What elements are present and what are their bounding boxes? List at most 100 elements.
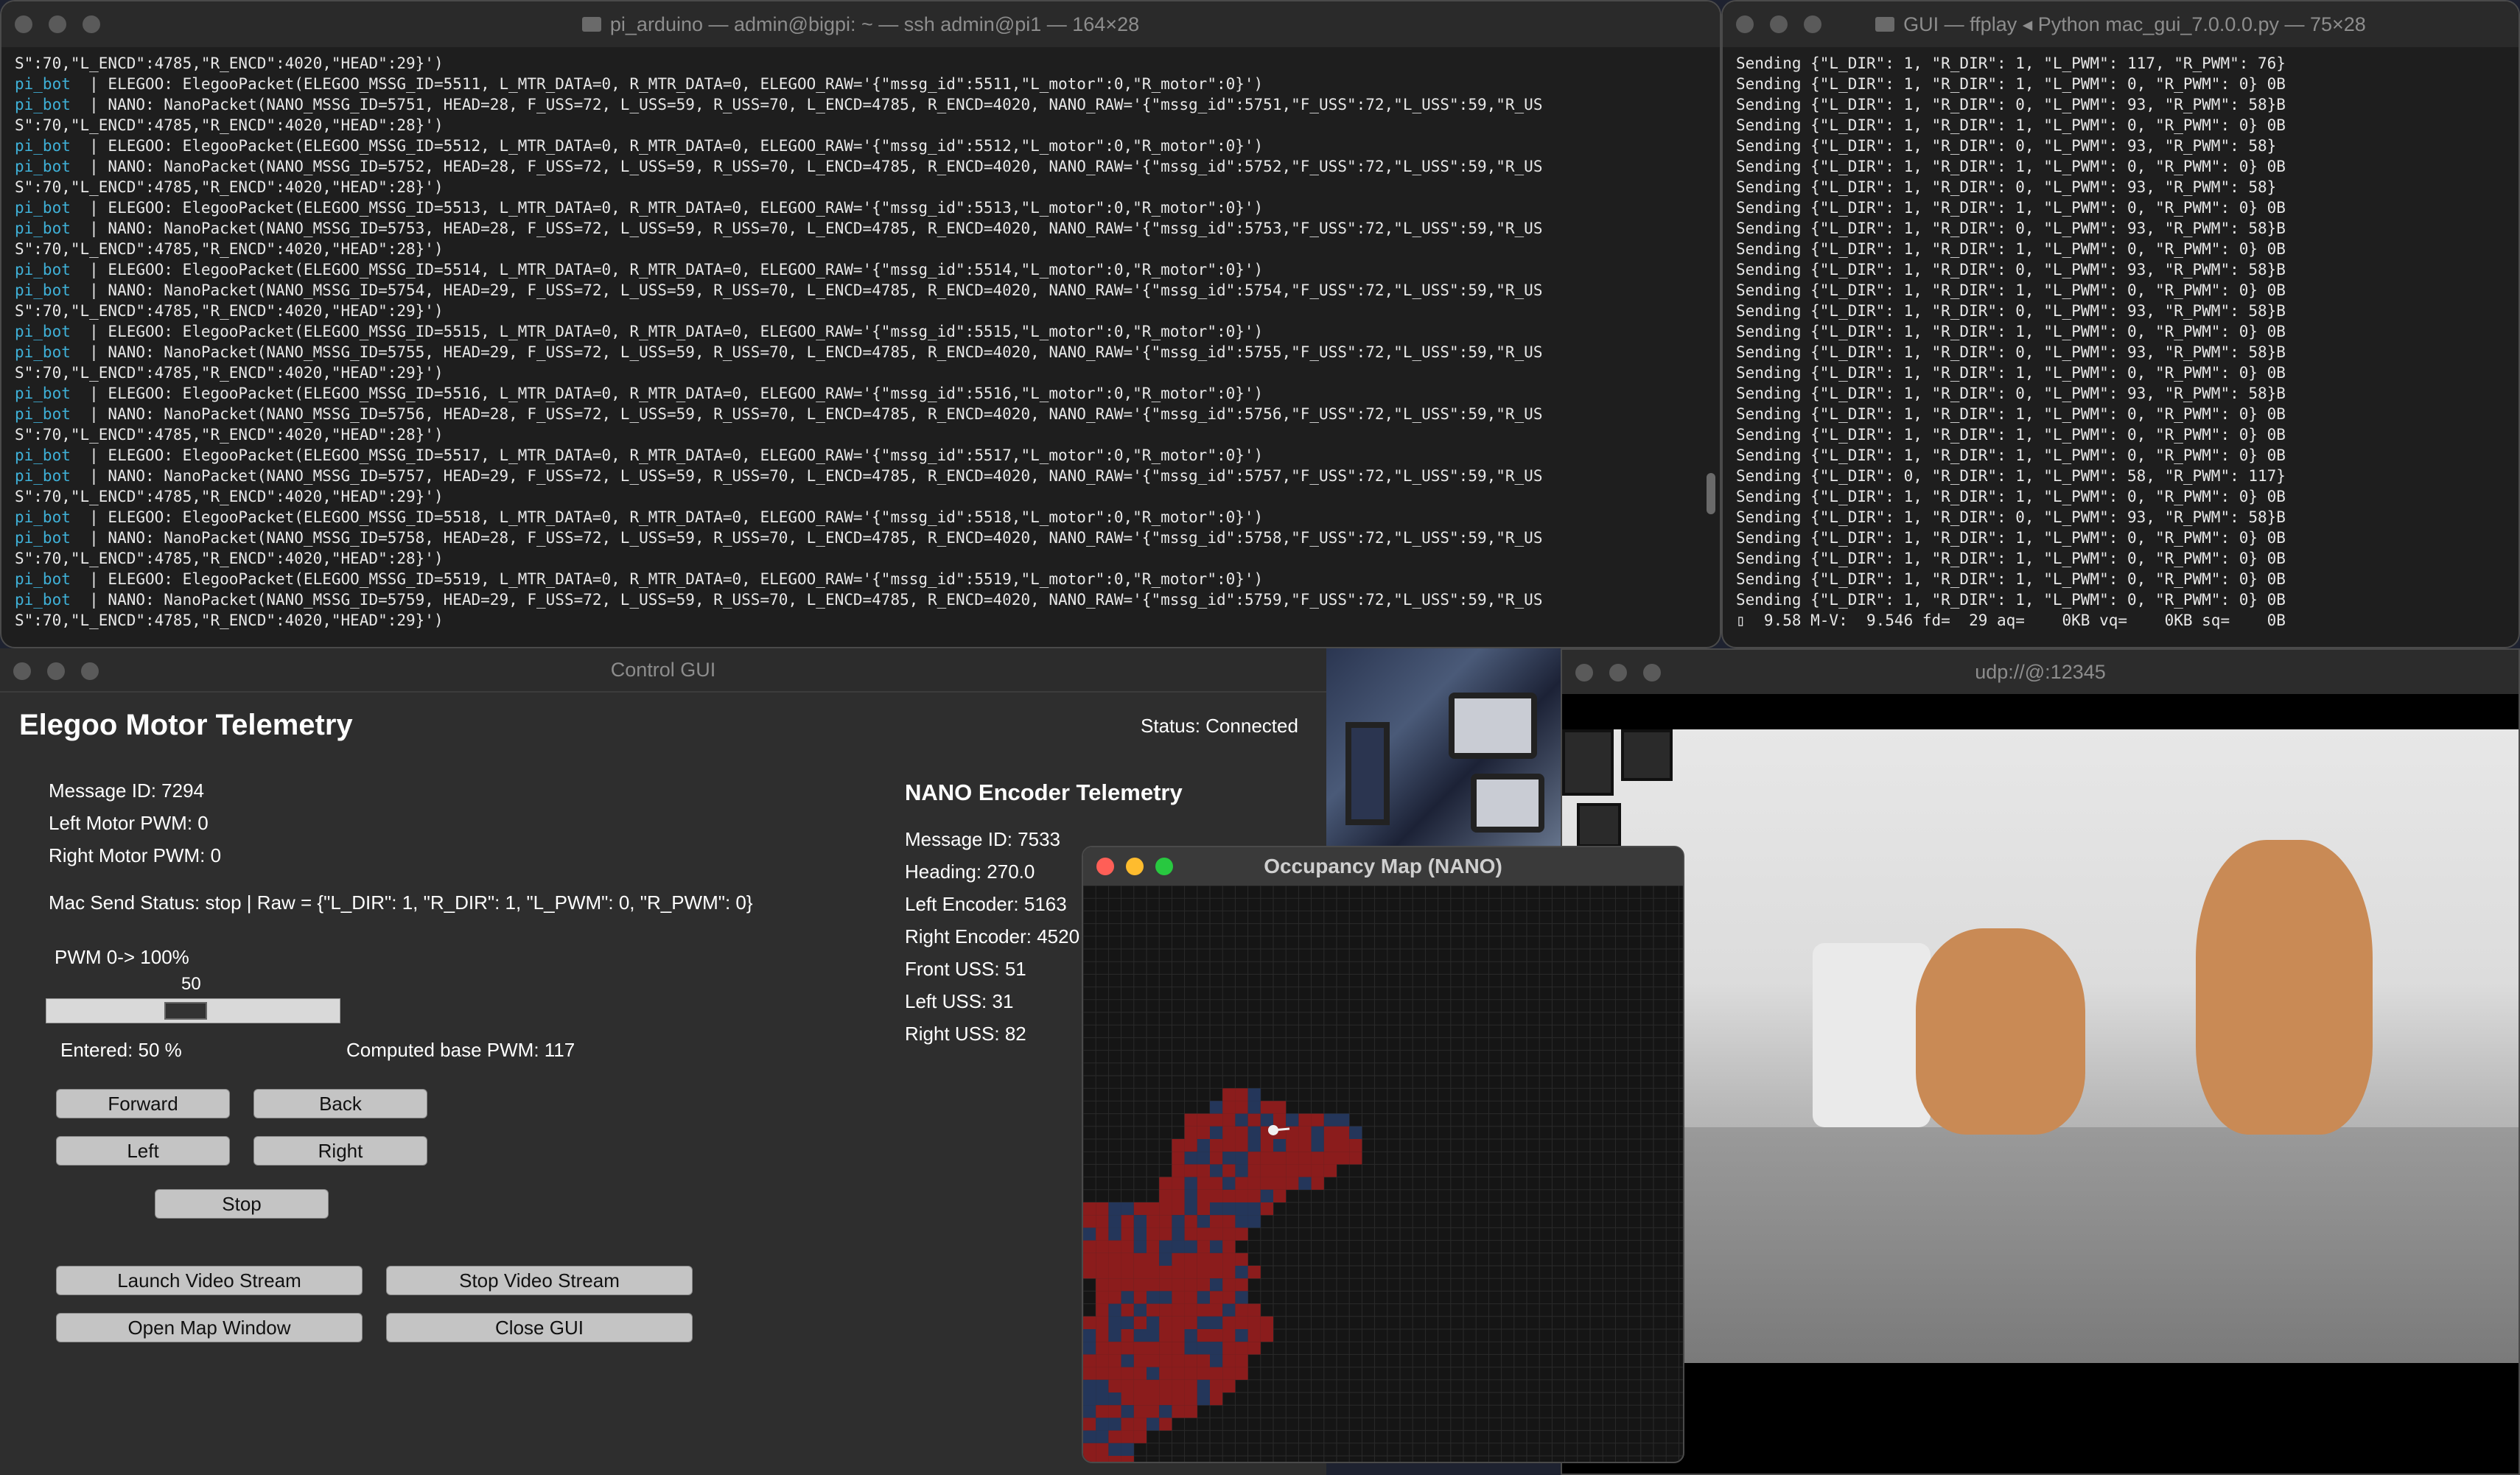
map-cell: [1247, 1126, 1261, 1139]
map-cell: [1286, 1152, 1299, 1165]
map-cell: [1298, 1126, 1312, 1139]
map-cell: [1222, 1329, 1236, 1342]
map-cell: [1096, 1379, 1109, 1392]
video-titlebar[interactable]: udp://@:12345: [1562, 650, 2519, 694]
map-cell: [1147, 1202, 1160, 1216]
zoom-button[interactable]: [1643, 664, 1661, 682]
terminal-window-gui[interactable]: GUI — ffplay ◂ Python mac_gui_7.0.0.0.py…: [1721, 0, 2520, 648]
terminal-output[interactable]: Sending {"L_DIR": 1, "R_DIR": 1, "L_PWM"…: [1736, 53, 2501, 647]
close-button[interactable]: [13, 662, 31, 680]
map-cell: [1235, 1177, 1248, 1190]
map-cell: [1083, 1266, 1096, 1279]
map-cell: [1121, 1430, 1134, 1443]
open-map-window-button[interactable]: Open Map Window: [56, 1313, 363, 1342]
terminal-window-ssh[interactable]: pi_arduino — admin@bigpi: ~ — ssh admin@…: [0, 0, 1721, 648]
video-window[interactable]: udp://@:12345: [1561, 648, 2520, 1475]
map-cell: [1197, 1152, 1210, 1165]
map-cell: [1222, 1164, 1236, 1177]
launch-video-stream-button[interactable]: Launch Video Stream: [56, 1266, 363, 1295]
forward-button[interactable]: Forward: [56, 1089, 230, 1118]
map-cell: [1197, 1139, 1210, 1152]
log-text: | NANO: NanoPacket(NANO_MSSG_ID=5753, HE…: [70, 220, 1543, 237]
map-cell: [1210, 1164, 1223, 1177]
terminal-line: pi_bot | ELEGOO: ElegooPacket(ELEGOO_MSS…: [15, 259, 1702, 280]
minimize-button[interactable]: [47, 662, 65, 680]
map-cell: [1210, 1177, 1223, 1190]
container-prefix: pi_bot: [15, 323, 71, 340]
map-cell: [1197, 1291, 1210, 1304]
elegoo-message-id: Message ID: 7294: [49, 779, 205, 802]
map-titlebar[interactable]: Occupancy Map (NANO): [1083, 847, 1683, 886]
terminal-line: Sending {"L_DIR": 1, "R_DIR": 1, "L_PWM"…: [1736, 591, 2286, 609]
close-gui-button[interactable]: Close GUI: [386, 1313, 693, 1342]
map-cell: [1159, 1392, 1172, 1406]
log-text: S":70,"L_ENCD":4785,"R_ENCD":4020,"HEAD"…: [15, 612, 444, 629]
terminal-line: Sending {"L_DIR": 1, "R_DIR": 1, "L_PWM"…: [1736, 158, 2286, 175]
floor: [1562, 1127, 2519, 1363]
terminal-line: Sending {"L_DIR": 1, "R_DIR": 1, "L_PWM"…: [1736, 75, 2286, 93]
scrollbar[interactable]: [1707, 473, 1715, 514]
stop-video-stream-button[interactable]: Stop Video Stream: [386, 1266, 693, 1295]
map-cell: [1083, 1252, 1096, 1266]
terminal-line: Sending {"L_DIR": 1, "R_DIR": 0, "L_PWM"…: [1736, 508, 2286, 526]
map-cell: [1172, 1177, 1185, 1190]
map-cell: [1133, 1354, 1147, 1367]
map-cell: [1172, 1227, 1185, 1241]
occupancy-map-window[interactable]: Occupancy Map (NANO): [1082, 846, 1684, 1463]
map-cell: [1247, 1342, 1261, 1355]
map-cell: [1337, 1152, 1350, 1165]
map-cell: [1159, 1367, 1172, 1380]
map-cell: [1096, 1456, 1109, 1462]
map-cell: [1172, 1342, 1185, 1355]
zoom-button[interactable]: [1804, 15, 1821, 33]
close-button[interactable]: [1096, 858, 1114, 875]
back-button[interactable]: Back: [253, 1089, 427, 1118]
map-cell: [1159, 1405, 1172, 1418]
gui-titlebar[interactable]: Control GUI: [0, 648, 1326, 693]
minimize-button[interactable]: [1770, 15, 1788, 33]
map-cell: [1222, 1379, 1236, 1392]
close-button[interactable]: [1575, 664, 1593, 682]
terminal-line: Sending {"L_DIR": 1, "R_DIR": 1, "L_PWM"…: [1736, 570, 2286, 588]
map-cell: [1349, 1152, 1362, 1165]
map-cell: [1108, 1392, 1121, 1406]
map-cell: [1108, 1303, 1121, 1317]
map-cell: [1311, 1126, 1324, 1139]
terminal-titlebar[interactable]: pi_arduino — admin@bigpi: ~ — ssh admin@…: [1, 1, 1720, 47]
terminal-titlebar[interactable]: GUI — ffplay ◂ Python mac_gui_7.0.0.0.py…: [1723, 1, 2519, 47]
map-cell: [1260, 1329, 1273, 1342]
zoom-button[interactable]: [1155, 858, 1173, 875]
terminal-output[interactable]: S":70,"L_ENCD":4785,"R_ENCD":4020,"HEAD"…: [15, 53, 1702, 647]
zoom-button[interactable]: [83, 15, 100, 33]
minimize-button[interactable]: [49, 15, 66, 33]
pwm-slider[interactable]: [46, 998, 340, 1023]
close-button[interactable]: [1736, 15, 1754, 33]
map-cell: [1133, 1227, 1147, 1241]
map-cell: [1311, 1113, 1324, 1127]
map-cell: [1247, 1215, 1261, 1228]
map-cell: [1159, 1252, 1172, 1266]
close-button[interactable]: [15, 15, 32, 33]
map-cell: [1323, 1113, 1337, 1127]
stop-button[interactable]: Stop: [155, 1189, 329, 1219]
left-encoder: Left Encoder: 5163: [905, 893, 1067, 915]
map-cell: [1197, 1329, 1210, 1342]
map-cell: [1147, 1405, 1160, 1418]
right-button[interactable]: Right: [253, 1136, 427, 1166]
terminal-line: pi_bot | ELEGOO: ElegooPacket(ELEGOO_MSS…: [15, 74, 1702, 94]
map-cell: [1159, 1215, 1172, 1228]
minimize-button[interactable]: [1609, 664, 1627, 682]
map-cell: [1235, 1291, 1248, 1304]
right-uss: Right USS: 82: [905, 1023, 1026, 1045]
map-cell: [1197, 1202, 1210, 1216]
map-cell: [1311, 1164, 1324, 1177]
map-cell: [1172, 1354, 1185, 1367]
left-button[interactable]: Left: [56, 1136, 230, 1166]
map-cell: [1247, 1266, 1261, 1279]
zoom-button[interactable]: [81, 662, 99, 680]
map-cell: [1133, 1240, 1147, 1253]
slider-thumb[interactable]: [164, 1002, 207, 1020]
map-cell: [1197, 1227, 1210, 1241]
minimize-button[interactable]: [1126, 858, 1144, 875]
elegoo-heading: Elegoo Motor Telemetry: [19, 709, 353, 741]
